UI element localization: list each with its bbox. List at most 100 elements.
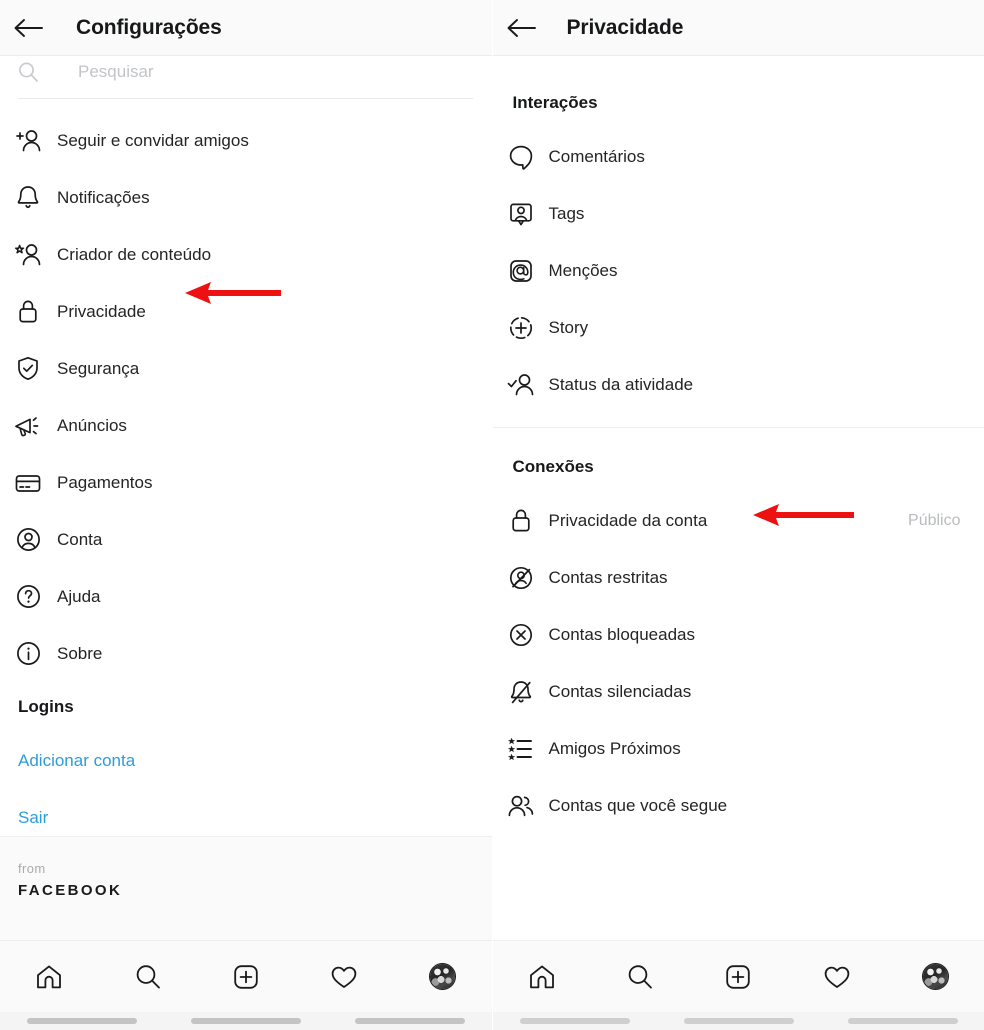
nav-add-button[interactable] [708,947,768,1007]
menu-item-label: Seguir e convidar amigos [57,130,249,150]
back-button-settings[interactable] [0,0,56,55]
footer-from-label: from [18,861,46,876]
privacy-item-amigos-proximos[interactable]: Amigos Próximos [493,720,984,777]
privacy-item-label: Menções [548,260,618,280]
privacy-item-label: Privacidade da conta [548,510,708,530]
gesture-bar [847,1018,958,1024]
privacy-item-status-atividade[interactable]: Status da atividade [493,356,984,413]
nav-activity-button[interactable] [807,947,867,1007]
settings-title: Configurações [76,15,222,39]
lock-icon [493,507,549,534]
credit-card-icon [0,471,56,495]
comment-icon [493,143,549,171]
menu-item-label: Anúncios [57,415,127,435]
shield-check-icon [0,355,56,382]
home-icon [37,965,62,988]
privacy-item-privacidade-conta[interactable]: Privacidade da conta Público [493,492,984,549]
privacy-item-story[interactable]: Story [493,299,984,356]
nav-home-button[interactable] [19,947,79,1007]
menu-item-pagamentos[interactable]: Pagamentos [0,454,492,511]
gesture-bar [683,1018,794,1024]
bottom-nav-right [492,940,984,1012]
gesture-bar [27,1018,137,1024]
privacy-item-label: Contas que você segue [548,795,728,815]
menu-item-criador-conteudo[interactable]: Criador de conteúdo [0,226,492,283]
search-icon-wrap [0,60,56,84]
add-square-icon [234,964,258,989]
footer-brand-label: FACEBOOK [18,881,123,899]
arrow-left-icon [507,18,536,37]
megaphone-icon [0,413,56,439]
privacy-item-mencoes[interactable]: Menções [493,242,984,299]
search-input[interactable]: Pesquisar [78,62,154,82]
tag-person-icon [493,200,549,228]
gesture-bars-right [492,1012,984,1030]
menu-item-notificacoes[interactable]: Notificações [0,169,492,226]
at-mention-icon [493,257,549,285]
privacy-item-contas-que-segue[interactable]: Contas que você segue [493,777,984,834]
nav-search-button[interactable] [118,947,178,1007]
appbar-divider-left [0,55,492,56]
settings-menu-list: Seguir e convidar amigos Notificações Cr… [0,112,492,846]
settings-panel: Configurações Pesquisar Seguir e convida… [0,0,493,1030]
bell-icon [0,184,56,211]
privacy-scroll-body[interactable]: Interações Comentários Tags Menções Stor… [492,56,984,1030]
search-icon [628,964,652,988]
nav-add-button[interactable] [216,947,276,1007]
menu-item-conta[interactable]: Conta [0,511,492,568]
settings-scroll-body[interactable]: Pesquisar Seguir e convidar amigos Notif… [0,56,492,1030]
search-icon [19,62,38,82]
annotation-arrow-privacidade-conta [752,504,854,526]
people-icon [493,793,549,819]
spacer-post-divider [493,428,984,442]
privacy-item-label: Contas bloqueadas [548,624,696,644]
add-account-link[interactable]: Adicionar conta [0,732,492,789]
menu-item-anuncios[interactable]: Anúncios [0,397,492,454]
menu-item-label: Sobre [57,643,103,663]
menu-item-label: Privacidade [57,301,146,321]
menu-item-label: Conta [57,529,103,549]
search-bar[interactable]: Pesquisar [0,50,492,94]
menu-item-seguir-convidar[interactable]: Seguir e convidar amigos [0,112,492,169]
menu-item-ajuda[interactable]: Ajuda [0,568,492,625]
annotation-arrow-privacidade [185,282,281,304]
privacy-title: Privacidade [566,15,684,39]
lock-icon [0,298,56,325]
privacy-item-label: Tags [548,203,585,223]
nav-activity-button[interactable] [314,947,374,1007]
back-button-privacy[interactable] [493,0,549,55]
menu-item-label: Pagamentos [57,472,153,492]
menu-item-seguranca[interactable]: Segurança [0,340,492,397]
privacy-item-contas-bloqueadas[interactable]: Contas bloqueadas [493,606,984,663]
close-friends-list-icon [493,736,549,762]
star-person-icon [0,242,56,268]
activity-status-icon [493,372,549,398]
menu-item-label: Criador de conteúdo [57,244,212,264]
add-person-icon [0,128,56,154]
heart-icon [824,966,850,988]
spacer-pre-divider [493,413,984,427]
privacy-item-tags[interactable]: Tags [493,185,984,242]
menu-item-sobre[interactable]: Sobre [0,625,492,682]
nav-search-button[interactable] [610,947,670,1007]
appbar-divider-right [492,55,984,56]
restricted-account-icon [493,564,549,592]
gesture-bar [355,1018,465,1024]
search-icon [136,964,160,988]
privacy-appbar: Privacidade [492,0,984,55]
menu-item-label: Segurança [57,358,140,378]
privacy-item-contas-restritas[interactable]: Contas restritas [493,549,984,606]
menu-item-label: Notificações [57,187,150,207]
privacy-item-label: Amigos Próximos [548,738,681,758]
section-title-conexoes: Conexões [512,457,594,476]
heart-icon [332,966,357,988]
profile-avatar-icon [921,963,949,990]
settings-appbar: Configurações [0,0,492,55]
nav-profile-button[interactable] [413,947,473,1007]
arrow-left-icon [14,18,43,37]
privacy-item-comentarios[interactable]: Comentários [493,128,984,185]
nav-home-button[interactable] [512,947,572,1007]
privacy-item-contas-silenciadas[interactable]: Contas silenciadas [493,663,984,720]
blocked-circle-icon [493,621,549,649]
nav-profile-button[interactable] [905,947,965,1007]
